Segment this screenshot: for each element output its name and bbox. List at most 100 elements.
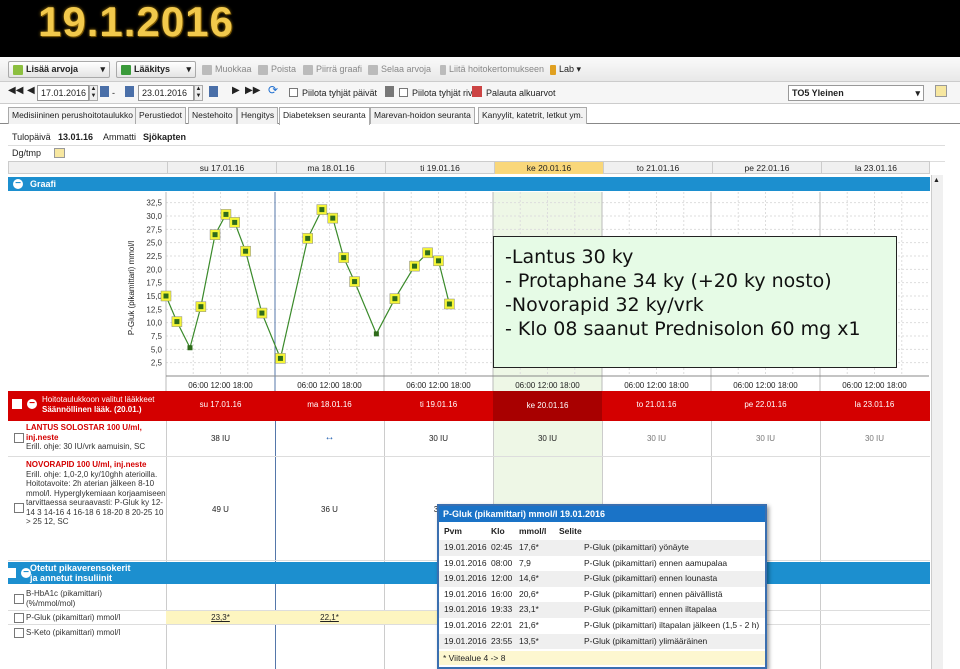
lab-button[interactable]: Lab ▾ — [550, 62, 581, 76]
dose-cell[interactable]: 49 U — [166, 505, 275, 514]
day-column-header: ma 18.01.16 — [276, 162, 385, 174]
add-values-button[interactable]: Lisää arvoja ▾ — [8, 61, 110, 78]
continue-arrow-icon[interactable]: ↔ — [275, 432, 384, 443]
glucose-point[interactable] — [436, 258, 441, 264]
calendar-icon[interactable] — [209, 86, 218, 97]
dose-cell[interactable]: 30 IU — [711, 434, 820, 443]
popup-row[interactable]: 19.01.2016 19:33 23,1* P-Gluk (pikamittari)… — [439, 602, 765, 618]
glucose-point[interactable] — [392, 296, 398, 302]
graph-section-header[interactable]: − Graafi — [8, 177, 930, 191]
medication-label: Lääkitys — [134, 64, 171, 74]
glucose-point[interactable] — [341, 255, 347, 261]
glucose-point[interactable] — [425, 250, 431, 256]
next-icon[interactable]: ▶ — [232, 85, 240, 97]
unit-select[interactable]: TO5 Yleinen ▾ — [788, 85, 924, 101]
glucose-point[interactable] — [163, 293, 169, 299]
tab-fluid-care[interactable]: Nestehoito — [188, 107, 237, 124]
date-from-field[interactable]: 17.01.2016 — [37, 85, 89, 101]
popup-row[interactable]: 19.01.2016 08:00 7,9 P-Gluk (pikamittari) e… — [439, 555, 765, 572]
row-checkbox[interactable] — [14, 613, 24, 623]
restore-label[interactable]: Palauta alkuarvot — [486, 87, 556, 99]
gluk-value-cell[interactable]: 1 — [384, 611, 444, 624]
glucose-point[interactable] — [174, 319, 180, 325]
popup-row[interactable]: 19.01.2016 22:01 21,6* P-Gluk (pikamittari)… — [439, 618, 765, 634]
popup-cell: P-Gluk (pikamittari) ennen aamupalaa — [584, 557, 728, 568]
hide-empty-rows-checkbox[interactable] — [399, 88, 408, 97]
tab-medical-care[interactable]: Medisiininen perushoitotaulukko — [8, 107, 137, 124]
row-checkbox[interactable] — [14, 433, 24, 443]
popup-cell: 19.01.2016 — [444, 588, 487, 599]
collapse-icon[interactable]: − — [21, 568, 31, 578]
popup-cell: P-Gluk (pikamittari) yönäyte — [584, 542, 689, 552]
prev-icon[interactable]: ◀ — [27, 85, 35, 97]
popup-row[interactable]: 19.01.2016 23:55 13,5* P-Gluk (pikamittari)… — [439, 633, 765, 650]
notes-icon[interactable] — [935, 85, 947, 97]
gluk-value-cell[interactable]: 23,3* — [166, 611, 275, 624]
glucose-point[interactable] — [243, 248, 249, 254]
rewind-icon[interactable]: ◀◀ — [8, 85, 23, 97]
dose-cell[interactable]: 30 IU — [602, 434, 711, 443]
dose-cell[interactable]: 30 IU — [493, 434, 602, 443]
attach-button[interactable]: Liitä hoitokertomukseen — [440, 62, 544, 76]
dose-cell[interactable]: 38 IU — [166, 434, 275, 443]
popup-cell: P-Gluk (pikamittari) ylimääräinen — [584, 635, 708, 646]
glucose-point[interactable] — [352, 279, 358, 285]
edit-note-icon[interactable] — [54, 148, 65, 158]
popup-col-header: Selite — [559, 526, 582, 536]
collapse-icon[interactable]: − — [13, 179, 23, 189]
tab-cannulas[interactable]: Kanyylit, katetrit, letkut ym. — [478, 107, 588, 124]
dose-cell[interactable]: 30 IU — [820, 434, 929, 443]
glucose-point[interactable] — [187, 345, 193, 351]
popup-row[interactable]: 19.01.2016 12:00 14,6* P-Gluk (pikamittari)… — [439, 571, 765, 587]
calendar-icon[interactable] — [100, 86, 109, 97]
dose-cell[interactable]: 30 IU — [384, 434, 493, 443]
restore-icon[interactable] — [472, 86, 482, 97]
tab-diabetes[interactable]: Diabeteksen seuranta — [279, 107, 370, 125]
glucose-point[interactable] — [412, 263, 418, 269]
glucose-point[interactable] — [223, 211, 229, 217]
row-checkbox[interactable] — [14, 594, 24, 604]
tab-basic-info[interactable]: Perustiedot — [135, 107, 186, 124]
medication-button[interactable]: Lääkitys ▾ — [116, 61, 196, 78]
glucose-point[interactable] — [319, 207, 325, 213]
draw-graph-button[interactable]: Piirrä graafi — [303, 62, 362, 76]
popup-row[interactable]: 19.01.2016 16:00 20,6* P-Gluk (pikamittari)… — [439, 586, 765, 603]
glucose-point[interactable] — [305, 235, 311, 241]
dose-cell[interactable]: 36 U — [275, 505, 384, 514]
edit-button[interactable]: Muokkaa — [202, 62, 252, 76]
vertical-scrollbar[interactable]: ▲ — [931, 175, 943, 669]
dg-row: Dg/tmp — [8, 146, 945, 162]
row-checkbox[interactable] — [14, 628, 24, 638]
refresh-icon[interactable]: ⟳ — [268, 84, 278, 96]
glucose-point[interactable] — [198, 304, 204, 310]
tab-marevan[interactable]: Marevan-hoidon seuranta — [370, 107, 475, 124]
glucose-point[interactable] — [373, 331, 379, 337]
glucose-point[interactable] — [212, 232, 218, 238]
glucose-point[interactable] — [232, 219, 238, 225]
select-all-checkbox[interactable] — [6, 568, 16, 578]
glucose-point[interactable] — [277, 355, 283, 361]
date-to-spinner[interactable]: ▲ ▼ — [194, 85, 203, 101]
y-tick-label: 15,0 — [146, 292, 162, 301]
med-day-header: to 21.01.16 — [636, 400, 677, 409]
time-tick-label: 06:00 12:00 18:00 — [297, 381, 362, 390]
tab-breathing[interactable]: Hengitys — [237, 107, 279, 124]
select-all-checkbox[interactable] — [12, 399, 22, 409]
hide-empty-days-checkbox[interactable] — [289, 88, 298, 97]
med-day-header: la 23.01.16 — [854, 400, 895, 409]
date-from-spinner[interactable]: ▲ ▼ — [89, 85, 98, 101]
print-icon[interactable] — [385, 86, 394, 97]
glucose-point[interactable] — [259, 310, 265, 316]
row-checkbox[interactable] — [14, 503, 24, 513]
scroll-up-icon[interactable]: ▲ — [933, 177, 940, 184]
calendar-icon[interactable] — [125, 86, 134, 97]
forward-icon[interactable]: ▶▶ — [245, 85, 260, 97]
delete-button[interactable]: Poista — [258, 62, 296, 76]
collapse-icon[interactable]: − — [27, 399, 37, 409]
browse-values-button[interactable]: Selaa arvoja — [368, 62, 431, 76]
date-to-field[interactable]: 23.01.2016 — [138, 85, 194, 101]
glucose-point[interactable] — [446, 301, 452, 307]
popup-row[interactable]: 19.01.2016 02:45 17,6* P-Gluk (pikamittari)… — [439, 540, 765, 556]
glucose-point[interactable] — [330, 215, 336, 221]
gluk-value-cell[interactable]: 22,1* — [275, 611, 384, 624]
